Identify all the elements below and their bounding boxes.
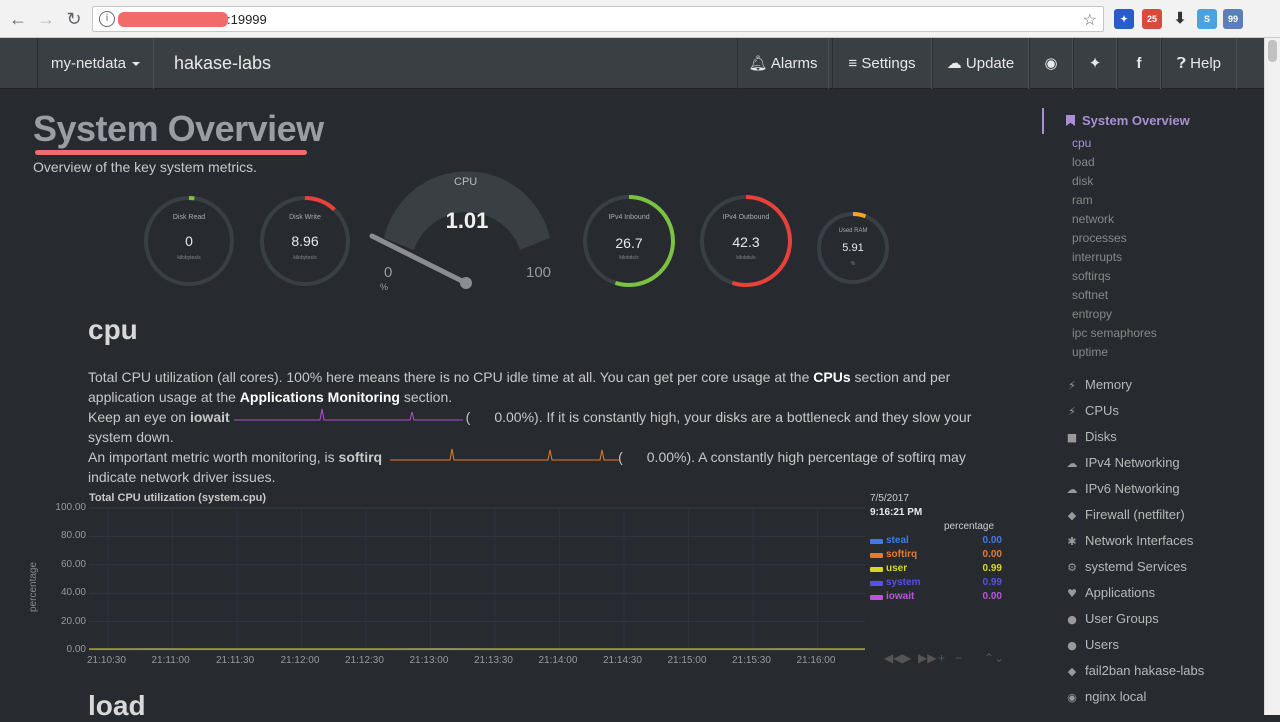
sidebar-sub-entropy[interactable]: entropy [1072,307,1112,321]
legend-row-steal[interactable]: steal 0.00 [870,535,1002,549]
legend-swatch [870,539,883,544]
sidebar-sub-softnet[interactable]: softnet [1072,288,1108,302]
legend-series-name: iowait [886,591,914,602]
legend-swatch [870,567,883,572]
legend-series-name: steal [886,535,909,546]
user-icon: ● [1066,639,1078,652]
legend-series-value: 0.99 [983,563,1002,574]
chart-pan-left-icon[interactable]: ◀◀ [884,651,902,665]
sidebar-item-users[interactable]: ● Users [1066,637,1119,652]
legend-row-softirq[interactable]: softirq 0.00 [870,549,1002,563]
sidebar-item-ipv4-networking[interactable]: ☁ IPv4 Networking [1066,455,1180,470]
bolt-icon: ⚡︎ [1066,379,1078,392]
shield-icon: ◆ [1066,665,1078,678]
cloud-icon: ☁ [1066,483,1078,496]
sidebar-sub-uptime[interactable]: uptime [1072,345,1108,359]
legend-series-name: softirq [886,549,917,560]
legend-time: 9:16:21 PM [870,507,922,518]
sidebar-item-label: CPUs [1085,403,1119,418]
sidebar-sub-load[interactable]: load [1072,155,1095,169]
sidebar-sub-network[interactable]: network [1072,212,1114,226]
legend-series-value: 0.00 [983,535,1002,546]
sidebar-item-label: Disks [1085,429,1117,444]
sidebar-item-label: nginx local [1085,689,1146,704]
legend-series-value: 0.99 [983,577,1002,588]
legend-row-user[interactable]: user 0.99 [870,563,1002,577]
legend-swatch [870,581,883,586]
legend-row-iowait[interactable]: iowait 0.00 [870,591,1002,605]
sidebar-sub-softirqs[interactable]: softirqs [1072,269,1111,283]
sidebar-sub-ipc-semaphores[interactable]: ipc semaphores [1072,326,1157,340]
chart-zoom-out-icon[interactable]: − [955,651,962,665]
sidebar-sub-cpu[interactable]: cpu [1072,136,1091,150]
sidebar-item-label: systemd Services [1085,559,1187,574]
gears-icon: ⚙ [1066,561,1078,574]
share-icon: ✱ [1066,535,1078,548]
sidebar-active-indicator [1042,108,1044,134]
sidebar-item-label: Applications [1085,585,1155,600]
bolt-icon: ⚡︎ [1066,405,1078,418]
legend-series-value: 0.00 [983,549,1002,560]
sidebar-item-nginx-local[interactable]: ◉ nginx local [1066,689,1146,704]
chart-pan-right-icon[interactable]: ▶▶ [918,651,936,665]
legend-date: 7/5/2017 [870,493,909,504]
sidebar-item-label: Network Interfaces [1085,533,1193,548]
legend-series-value: 0.00 [983,591,1002,602]
shield-icon: ◆ [1066,509,1078,522]
sidebar-item-firewall-netfilter-[interactable]: ◆ Firewall (netfilter) [1066,507,1185,522]
sidebar-item-system-overview[interactable]: System Overview [1066,113,1190,128]
legend-unit: percentage [944,521,994,532]
sidebar-sub-ram[interactable]: ram [1072,193,1093,207]
sidebar-sub-processes[interactable]: processes [1072,231,1127,245]
sidebar-item-applications[interactable]: ♥ Applications [1066,585,1155,600]
sidebar-item-label: Memory [1085,377,1132,392]
legend-swatch [870,553,883,558]
sidebar-active-label: System Overview [1082,113,1190,128]
sidebar-item-fail2ban-hakase-labs[interactable]: ◆ fail2ban hakase-labs [1066,663,1204,678]
users-icon: ● [1066,613,1078,626]
sidebar-item-label: IPv6 Networking [1085,481,1180,496]
heartbeat-icon: ♥ [1066,587,1078,600]
sidebar-sub-interrupts[interactable]: interrupts [1072,250,1122,264]
folder-icon: ■ [1066,431,1078,444]
cloud-icon: ☁ [1066,457,1078,470]
eye-icon: ◉ [1066,691,1078,704]
legend-series-name: user [886,563,907,574]
chart-play-icon[interactable]: ▶ [902,651,911,665]
sidebar-item-label: fail2ban hakase-labs [1085,663,1204,678]
chart-resize-icon[interactable]: ⌃⌄ [984,651,1004,665]
bookmark-icon [1066,115,1075,126]
load-section-heading: load [88,690,146,722]
sidebar-item-user-groups[interactable]: ● User Groups [1066,611,1159,626]
sidebar-item-memory[interactable]: ⚡︎ Memory [1066,377,1132,392]
sidebar-item-ipv6-networking[interactable]: ☁ IPv6 Networking [1066,481,1180,496]
sidebar-item-cpus[interactable]: ⚡︎ CPUs [1066,403,1119,418]
legend-series-name: system [886,577,920,588]
sidebar-item-label: Users [1085,637,1119,652]
sidebar-item-network-interfaces[interactable]: ✱ Network Interfaces [1066,533,1193,548]
legend-row-system[interactable]: system 0.99 [870,577,1002,591]
sidebar-item-label: User Groups [1085,611,1159,626]
legend-swatch [870,595,883,600]
sidebar-item-label: Firewall (netfilter) [1085,507,1185,522]
sidebar-item-disks[interactable]: ■ Disks [1066,429,1117,444]
sidebar-item-label: IPv4 Networking [1085,455,1180,470]
sidebar-sub-disk[interactable]: disk [1072,174,1093,188]
sidebar-item-systemd-services[interactable]: ⚙ systemd Services [1066,559,1187,574]
chart-zoom-in-icon[interactable]: + [938,651,945,665]
